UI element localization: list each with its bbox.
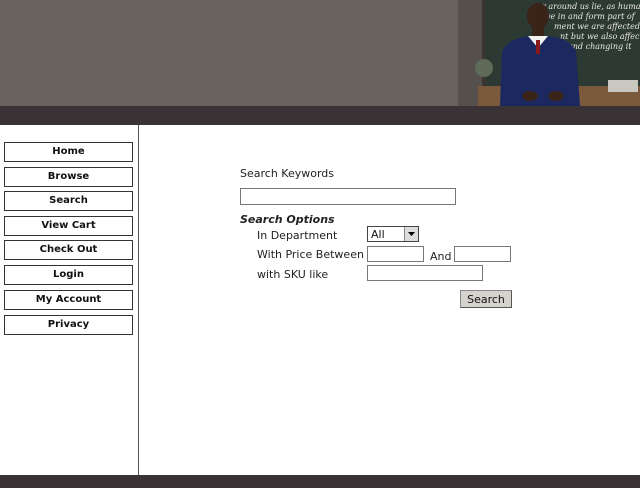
sku-label: with SKU like	[257, 268, 329, 281]
sidebar-item-search[interactable]: Search	[4, 191, 133, 211]
department-select[interactable]: All	[367, 226, 419, 242]
header-banner: r around us lie, as huma ve in and form …	[0, 0, 640, 106]
keywords-label: Search Keywords	[240, 167, 334, 180]
teacher-photo: r around us lie, as huma ve in and form …	[458, 0, 640, 106]
search-form: Search Keywords Search Options In Depart…	[140, 125, 640, 475]
chevron-down-icon[interactable]	[404, 227, 418, 241]
search-options-heading: Search Options	[240, 213, 335, 226]
price-min-input[interactable]	[367, 246, 424, 262]
chalkboard-line: nt but we also affect	[560, 32, 640, 41]
chalkboard-line: ve in and form part of	[546, 12, 637, 21]
chalkboard-line: r around us lie, as huma	[542, 2, 640, 11]
sidebar-item-login[interactable]: Login	[4, 265, 133, 285]
sidebar-nav: Home Browse Search View Cart Check Out L…	[0, 125, 139, 475]
sidebar-item-privacy[interactable]: Privacy	[4, 315, 133, 335]
sku-input[interactable]	[367, 265, 483, 281]
sidebar-item-my-account[interactable]: My Account	[4, 290, 133, 310]
price-and-label: And	[430, 250, 452, 263]
price-max-input[interactable]	[454, 246, 511, 262]
footer-bar	[0, 475, 640, 488]
sidebar-item-browse[interactable]: Browse	[4, 167, 133, 187]
keywords-input[interactable]	[240, 188, 456, 205]
sidebar-item-view-cart[interactable]: View Cart	[4, 216, 133, 236]
sidebar-item-home[interactable]: Home	[4, 142, 133, 162]
header-divider-bar	[0, 106, 640, 125]
sidebar-item-check-out[interactable]: Check Out	[4, 240, 133, 260]
chalkboard-line: ment we are affected b	[554, 22, 640, 31]
price-label: With Price Between	[257, 248, 364, 261]
department-label: In Department	[257, 229, 338, 242]
search-button[interactable]: Search	[460, 290, 512, 308]
chalkboard-line: and changing it	[568, 42, 632, 51]
department-selected-value: All	[371, 228, 385, 241]
